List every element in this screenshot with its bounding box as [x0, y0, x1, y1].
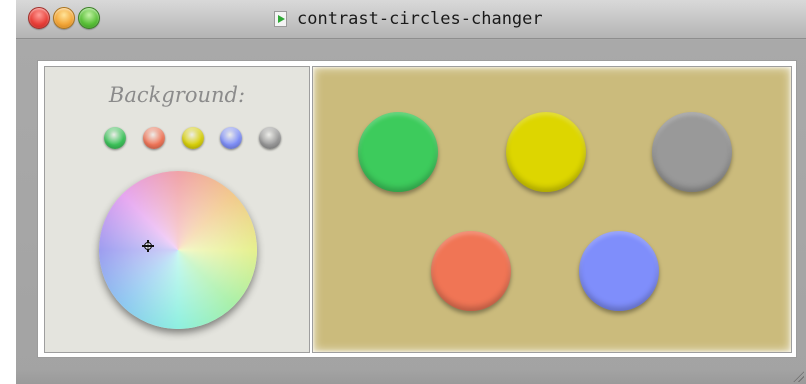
window-title: contrast-circles-changer: [297, 9, 543, 29]
crosshair-icon[interactable]: [142, 240, 154, 252]
circle-blue[interactable]: [579, 231, 659, 311]
background-swatch-blue[interactable]: [220, 127, 242, 149]
minimize-icon[interactable]: [53, 7, 75, 29]
circle-gray[interactable]: [652, 112, 732, 192]
close-icon[interactable]: [28, 7, 50, 29]
circle-canvas[interactable]: [312, 66, 792, 353]
circle-orange[interactable]: [431, 231, 511, 311]
app-window: contrast-circles-changer Background:: [16, 0, 806, 384]
window-bottom-edge: [16, 370, 806, 384]
title-bar[interactable]: contrast-circles-changer: [16, 0, 806, 39]
document-play-icon: [274, 11, 287, 27]
background-swatch-orange[interactable]: [143, 127, 165, 149]
background-swatch-yellow[interactable]: [182, 127, 204, 149]
control-panel: Background:: [44, 66, 310, 353]
circle-green[interactable]: [358, 112, 438, 192]
resize-grip-icon[interactable]: [792, 370, 804, 382]
background-swatch-gray[interactable]: [259, 127, 281, 149]
background-label: Background:: [108, 83, 246, 107]
zoom-icon[interactable]: [78, 7, 100, 29]
window-title-group: contrast-circles-changer: [274, 8, 543, 30]
color-wheel[interactable]: [99, 171, 257, 329]
circle-yellow[interactable]: [506, 112, 586, 192]
background-swatch-green[interactable]: [104, 127, 126, 149]
